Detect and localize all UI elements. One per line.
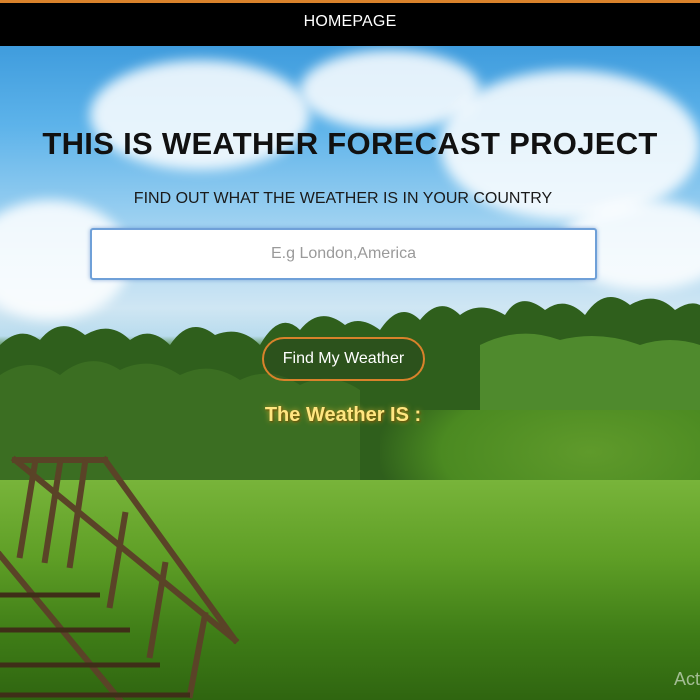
top-navbar: HOMEPAGE bbox=[0, 0, 700, 46]
page-subtitle: FIND OUT WHAT THE WEATHER IS IN YOUR COU… bbox=[133, 190, 553, 207]
page-title: THIS IS WEATHER FORECAST PROJECT bbox=[42, 126, 658, 161]
find-weather-button[interactable]: Find My Weather bbox=[262, 337, 425, 381]
nav-homepage-link[interactable]: HOMEPAGE bbox=[304, 13, 397, 31]
activation-watermark: Acti bbox=[673, 669, 700, 689]
wooden-stairs-decoration bbox=[0, 455, 240, 700]
weather-page: HOMEPAGE THIS IS WEATHER FORECAST PROJEC… bbox=[0, 0, 700, 700]
weather-result-label: The Weather IS : bbox=[264, 404, 422, 426]
city-search-input[interactable] bbox=[90, 228, 597, 280]
